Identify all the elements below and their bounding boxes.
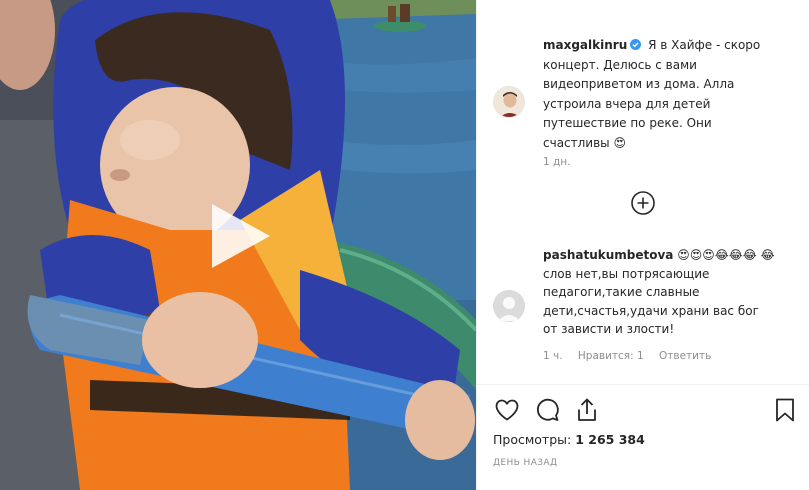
default-avatar-icon (493, 290, 525, 322)
action-bar (493, 396, 799, 426)
video-player[interactable] (0, 0, 476, 490)
play-icon (212, 204, 270, 268)
verified-badge-icon (630, 39, 642, 50)
load-more-comments-button[interactable] (630, 190, 656, 216)
like-button[interactable] (493, 396, 521, 424)
caption-text: Я в Хайфе - скоро концерт. Делюсь с вами… (543, 38, 761, 150)
comment-time[interactable]: 1 ч. (543, 350, 563, 362)
post-caption: maxgalkinru Я в Хайфе - скоро концерт. Д… (543, 36, 775, 153)
commenter-avatar[interactable] (493, 290, 525, 322)
author-avatar-image (494, 87, 524, 117)
author-avatar[interactable] (493, 86, 525, 118)
share-icon (578, 398, 596, 421)
share-button[interactable] (573, 396, 601, 424)
divider (477, 384, 809, 385)
comment-button[interactable] (533, 396, 561, 424)
bookmark-icon (776, 398, 794, 422)
comment-meta: 1 ч. Нравится: 1 Ответить (543, 350, 723, 362)
plus-circle-icon (631, 191, 655, 215)
views-label: Просмотры: (493, 432, 572, 447)
views-number: 1 265 384 (575, 432, 645, 447)
play-button[interactable] (204, 200, 274, 272)
post-date[interactable]: ДЕНЬ НАЗАД (493, 458, 557, 468)
comment-likes[interactable]: Нравится: 1 (578, 350, 644, 362)
post-details-panel: maxgalkinru Я в Хайфе - скоро концерт. Д… (476, 0, 809, 490)
comment-bubble-icon (536, 398, 559, 421)
heart-icon (495, 399, 519, 421)
comment-body: pashatukumbetova 😍😍😍😂😂😂 😂слов нет,вы пот… (543, 246, 775, 339)
view-count[interactable]: Просмотры: 1 265 384 (493, 432, 645, 447)
post-timestamp[interactable]: 1 дн. (543, 156, 570, 168)
commenter-username[interactable]: pashatukumbetova (543, 248, 673, 262)
save-button[interactable] (771, 396, 799, 424)
author-username[interactable]: maxgalkinru (543, 38, 627, 52)
reply-button[interactable]: Ответить (659, 350, 711, 362)
